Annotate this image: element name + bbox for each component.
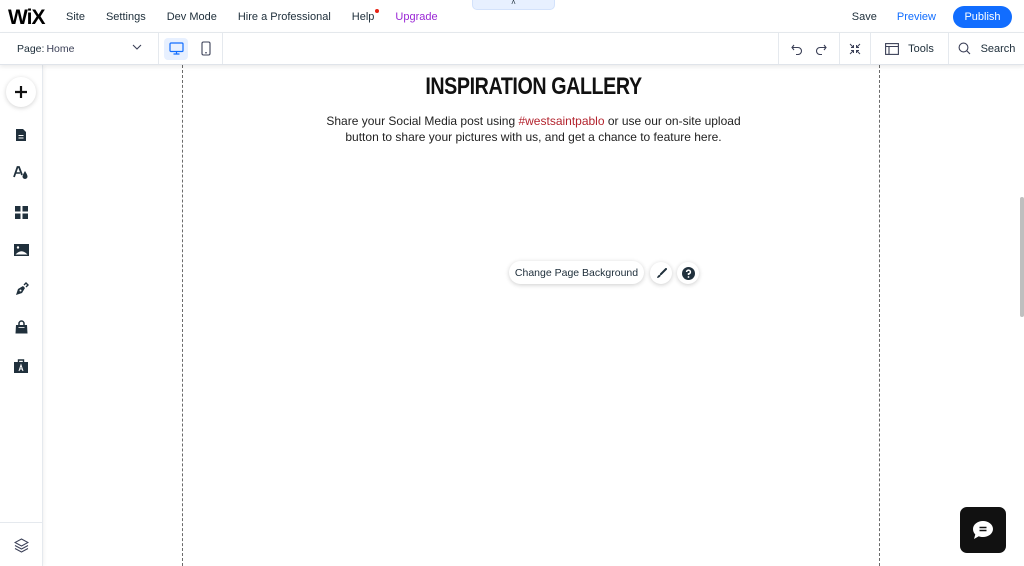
search-button[interactable]: Search	[948, 33, 1024, 64]
search-icon	[958, 42, 970, 55]
desc-text-3: button to share your pictures with us, a…	[345, 130, 722, 144]
desktop-icon	[168, 42, 184, 55]
desc-text-2: or use our on-site upload	[604, 114, 741, 128]
desktop-view-button[interactable]	[164, 37, 188, 60]
chevron-down-icon	[132, 44, 142, 50]
sidebar-divider	[0, 522, 43, 523]
top-actions: Save Preview Publish	[852, 0, 1012, 33]
help-icon	[681, 266, 695, 280]
hashtag-link[interactable]: #westsaintpablo	[518, 114, 604, 128]
publish-button[interactable]: Publish	[953, 5, 1012, 28]
menu-site[interactable]: Site	[66, 11, 85, 23]
tools-label: Tools	[908, 42, 934, 55]
design-icon	[13, 166, 28, 179]
notification-dot	[375, 8, 380, 13]
redo-icon[interactable]	[815, 43, 827, 55]
blog-button[interactable]	[12, 280, 30, 298]
top-bar: WiX Site Settings Dev Mode Hire a Profes…	[0, 0, 1024, 33]
desc-text-1: Share your Social Media post using	[326, 114, 519, 128]
design-background-button[interactable]	[650, 262, 672, 284]
site-design-button[interactable]	[12, 164, 30, 182]
toolbar-right: Tools Search	[778, 33, 1024, 64]
add-icon	[15, 86, 27, 98]
undo-icon[interactable]	[791, 43, 803, 55]
menu-help-label: Help	[351, 10, 375, 23]
menu-dev-mode[interactable]: Dev Mode	[167, 11, 217, 23]
chat-button[interactable]	[960, 507, 1006, 553]
page-selector-label: Page:	[17, 42, 45, 55]
undo-redo-group	[778, 33, 839, 64]
search-label: Search	[980, 42, 1016, 55]
page-selector-value: Home	[46, 42, 75, 55]
layers-button[interactable]	[12, 536, 30, 554]
page-title[interactable]: INSPIRATION GALLERY	[131, 73, 935, 101]
add-elements-button[interactable]	[6, 77, 36, 107]
layers-icon	[13, 537, 29, 553]
device-switcher	[159, 33, 223, 64]
editor-toolbar: Page: Home Tools Search	[0, 33, 1024, 65]
editor-canvas[interactable]: INSPIRATION GALLERY Share your Social Me…	[43, 65, 1024, 566]
pages-menu-button[interactable]	[12, 126, 30, 144]
mobile-icon	[201, 41, 211, 56]
wix-logo[interactable]: WiX	[8, 6, 45, 30]
menu-help[interactable]: Help	[351, 8, 380, 23]
chevron-up-icon: ˄	[511, 0, 516, 7]
preview-button[interactable]: Preview	[897, 11, 936, 23]
left-sidebar	[0, 65, 43, 566]
store-button[interactable]	[12, 318, 30, 336]
menu-settings[interactable]: Settings	[106, 11, 146, 23]
chat-icon	[973, 521, 993, 539]
add-apps-button[interactable]	[12, 203, 30, 221]
main-menu: Site Settings Dev Mode Hire a Profession…	[66, 0, 459, 33]
media-icon	[13, 244, 29, 256]
page-selector[interactable]: Page: Home	[0, 33, 159, 64]
zoom-out-button[interactable]	[839, 33, 870, 64]
menu-upgrade[interactable]: Upgrade	[395, 11, 437, 23]
apps-icon	[14, 205, 28, 219]
zoom-out-icon	[849, 43, 861, 54]
change-page-background-button[interactable]: Change Page Background	[509, 261, 644, 284]
tools-button[interactable]: Tools	[870, 33, 948, 64]
page-icon	[16, 129, 26, 141]
media-button[interactable]	[12, 241, 30, 259]
pen-icon	[15, 281, 29, 295]
portfolio-button[interactable]	[12, 357, 30, 375]
page-description[interactable]: Share your Social Media post using #west…	[43, 113, 1024, 145]
save-button[interactable]: Save	[852, 11, 877, 23]
menu-hire-professional[interactable]: Hire a Professional	[238, 11, 331, 23]
store-icon	[15, 320, 27, 334]
canvas-scrollbar[interactable]	[1020, 197, 1024, 317]
collapse-topbar-tab[interactable]: ˄	[472, 0, 555, 10]
tools-icon	[885, 42, 900, 55]
brush-icon	[656, 267, 667, 278]
help-button[interactable]	[677, 262, 699, 284]
portfolio-icon	[14, 359, 28, 373]
mobile-view-button[interactable]	[194, 38, 218, 60]
